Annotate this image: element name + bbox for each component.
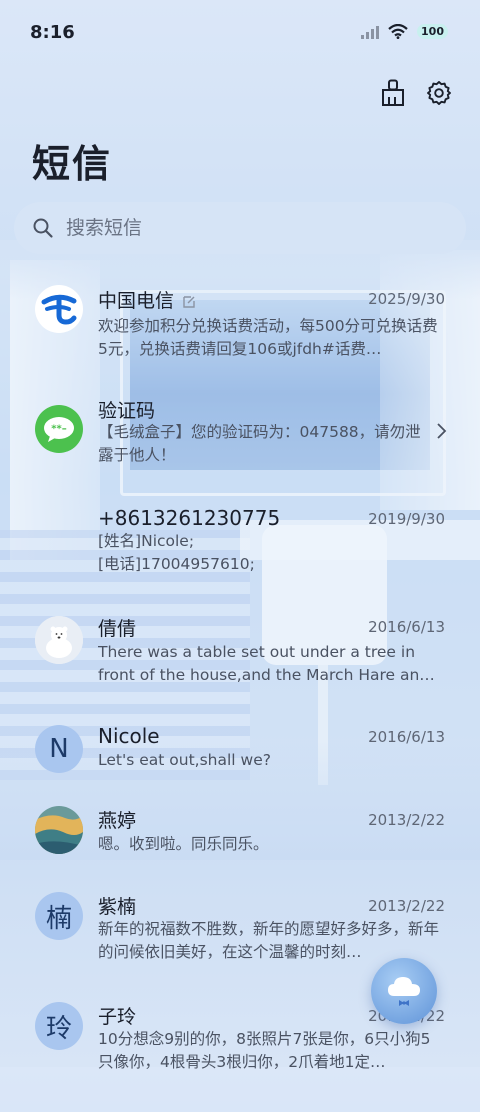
compose-button[interactable] [371, 958, 437, 1024]
avatar: N [35, 725, 83, 773]
message-date: 2025/9/30 [368, 290, 445, 308]
avatar [35, 505, 83, 553]
conversation-item[interactable]: +8613261230775 2019/9/30 [姓名]Nicole; [电话… [0, 500, 480, 610]
china-telecom-logo [35, 285, 83, 333]
message-date: 2016/6/13 [368, 618, 445, 636]
message-preview: 【毛绒盒子】您的验证码为：047588，请勿泄露于他人！ [98, 423, 421, 464]
message-preview: [姓名]Nicole; [电话]17004957610; [98, 532, 255, 573]
contact-name: 子玲 [98, 1006, 137, 1028]
contact-name: +8613261230775 [98, 506, 281, 530]
wifi-icon [388, 24, 408, 39]
contact-name: Nicole [98, 724, 160, 748]
cloud-icon [388, 977, 420, 1006]
avatar: 玲 [35, 1002, 83, 1050]
chevron-right-icon [437, 423, 447, 439]
search-icon [33, 218, 53, 238]
clean-button[interactable] [378, 78, 408, 108]
message-date: 2013/2/22 [368, 897, 445, 915]
avatar: 楠 [35, 892, 83, 940]
top-actions [378, 78, 454, 108]
contact-name: 验证码 [98, 400, 156, 422]
message-preview: Let's eat out,shall we? [98, 751, 271, 769]
status-bar: 8:16 100 [0, 0, 480, 64]
message-preview: 新年的祝福数不胜数，新年的愿望好多好多，新年的问候依旧美好，在这个温馨的时刻… [98, 920, 440, 961]
page-title: 短信 [32, 142, 113, 186]
search-input[interactable] [64, 216, 448, 240]
conversation-item[interactable]: 倩倩 2016/6/13 There was a table set out u… [0, 610, 480, 720]
message-preview: 嗯。收到啦。同乐同乐。 [98, 835, 269, 853]
message-preview: 欢迎参加积分兑换话费活动，每500分可兑换话费5元，兑换话费请回复106或jfd… [98, 317, 438, 358]
contact-name: 中国电信 [98, 286, 196, 313]
settings-button[interactable] [424, 78, 454, 108]
message-date: 2016/6/13 [368, 728, 445, 746]
svg-text:**–: **– [51, 424, 66, 435]
contact-name: 紫楠 [98, 896, 137, 918]
contact-name: 燕婷 [98, 810, 137, 832]
message-bubble-logo: **– [35, 405, 83, 453]
gear-icon [427, 81, 451, 105]
status-icons: 100 [361, 24, 448, 39]
broom-icon [382, 79, 404, 106]
signal-icon [361, 25, 380, 39]
conversation-item[interactable]: **– 验证码 【毛绒盒子】您的验证码为：047588，请勿泄露于他人！ [0, 390, 480, 500]
message-date: 2013/2/22 [368, 811, 445, 829]
status-time: 8:16 [30, 22, 75, 43]
edit-icon [183, 295, 195, 308]
conversation-item[interactable]: 中国电信 2025/9/30 欢迎参加积分兑换话费活动，每500分可兑换话费5元… [0, 280, 480, 390]
message-date: 2019/9/30 [368, 510, 445, 528]
battery-indicator: 100 [417, 24, 448, 39]
polar-bear-photo [35, 616, 83, 664]
search-bar[interactable] [14, 202, 466, 254]
contact-name: 倩倩 [98, 618, 137, 640]
landscape-photo [35, 806, 83, 854]
message-preview: There was a table set out under a tree i… [98, 643, 435, 684]
message-preview: 10分想念9别的你，8张照片7张是你，6只小狗5只像你，4根骨头3根归你，2爪着… [98, 1030, 431, 1071]
